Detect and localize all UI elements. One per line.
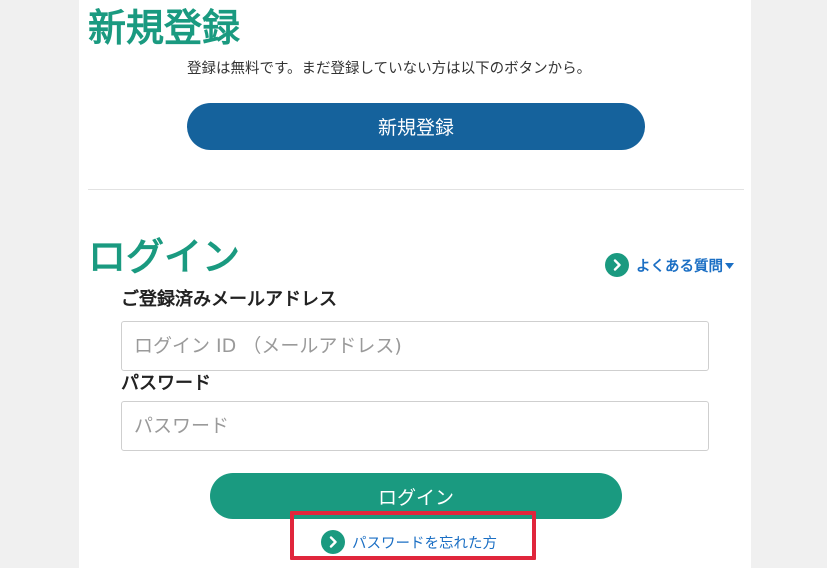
password-field[interactable]: [121, 401, 709, 451]
faq-link-label: よくある質問: [636, 258, 723, 275]
section-divider: [88, 189, 744, 190]
register-button[interactable]: 新規登録: [187, 103, 645, 150]
register-heading: 新規登録: [88, 6, 241, 50]
chevron-right-circle-icon: [321, 530, 345, 554]
password-label: パスワード: [121, 373, 211, 394]
register-description: 登録は無料です。まだ登録していない方は以下のボタンから。: [187, 61, 592, 77]
forgot-password-label: パスワードを忘れた方: [352, 535, 497, 552]
caret-down-icon: [725, 257, 734, 273]
chevron-right-circle-icon: [605, 253, 629, 277]
login-heading: ログイン: [88, 235, 241, 279]
email-field[interactable]: [121, 321, 709, 371]
forgot-password-link[interactable]: パスワードを忘れた方: [321, 529, 497, 555]
faq-link[interactable]: よくある質問: [605, 252, 734, 278]
email-label: ご登録済みメールアドレス: [121, 289, 337, 310]
